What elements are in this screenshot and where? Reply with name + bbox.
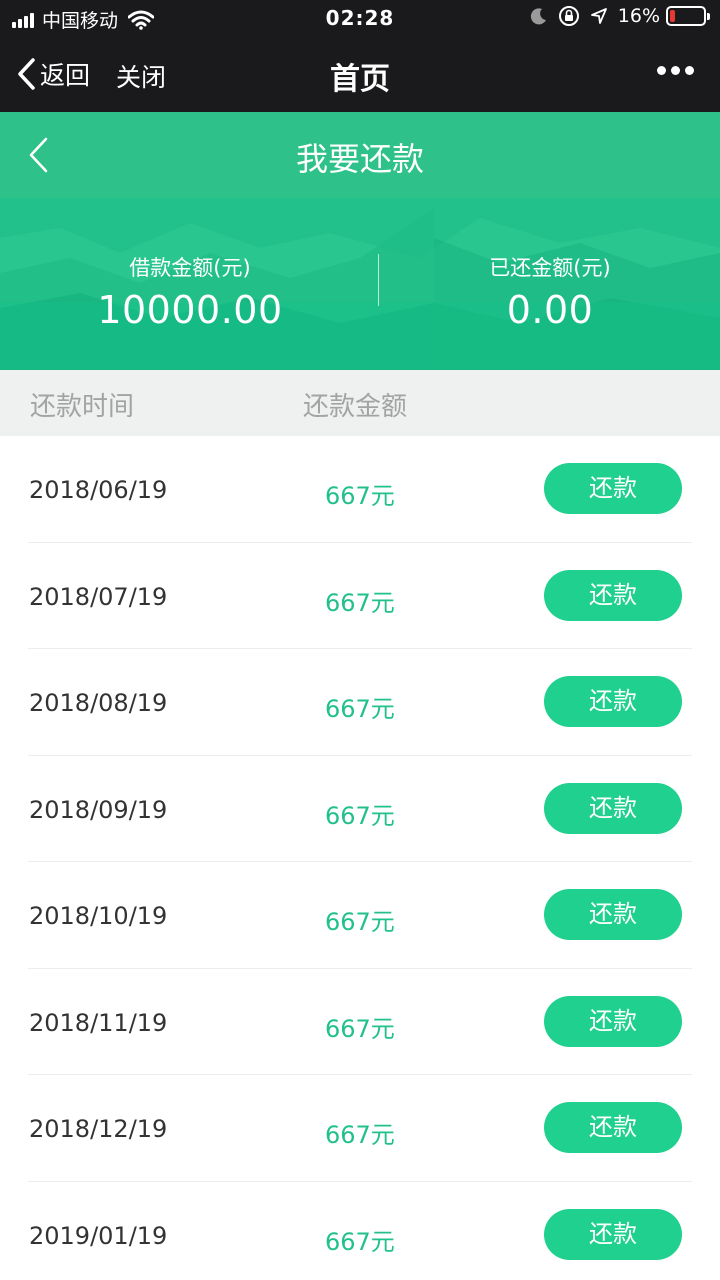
row-date: 2018/11/19 xyxy=(29,1008,168,1037)
nav-bar: 返回 关闭 首页 xyxy=(0,40,720,112)
more-dot-icon xyxy=(671,66,680,75)
loan-amount-block: 借款金额(元) 10000.00 xyxy=(10,252,370,332)
row-amount: 667元 xyxy=(325,801,395,830)
table-row: 2018/12/19 667元 还款 xyxy=(0,1075,720,1182)
table-row: 2018/06/19 667元 还款 xyxy=(0,436,720,543)
table-row: 2018/10/19 667元 还款 xyxy=(0,862,720,969)
repay-button[interactable]: 还款 xyxy=(544,1208,682,1260)
battery-level xyxy=(670,10,675,22)
repaid-amount-block: 已还金额(元) 0.00 xyxy=(370,252,720,332)
row-date: 2018/10/19 xyxy=(29,902,168,930)
row-date: 2018/07/19 xyxy=(29,582,168,611)
repay-button[interactable]: 还款 xyxy=(544,463,682,514)
summary-banner: 借款金额(元) 10000.00 已还金额(元) 0.00 xyxy=(0,198,720,370)
row-amount: 667元 xyxy=(325,1227,395,1256)
loan-amount-value: 10000.00 xyxy=(97,288,283,332)
row-amount: 667元 xyxy=(325,482,395,510)
more-dot-icon xyxy=(657,66,666,75)
repaid-amount-label: 已还金额(元) xyxy=(489,256,611,280)
rotation-lock-icon xyxy=(558,6,579,26)
repaid-amount-value: 0.00 xyxy=(506,288,594,332)
battery-percent: 16% xyxy=(617,5,660,27)
loan-amount-label: 借款金额(元) xyxy=(129,256,251,280)
table-row: 2018/07/19 667元 还款 xyxy=(0,543,720,650)
table-row: 2018/11/19 667元 还款 xyxy=(0,969,720,1076)
page-header: 我要还款 xyxy=(0,112,720,198)
more-dot-icon xyxy=(685,66,694,75)
location-arrow-icon xyxy=(590,8,607,24)
status-bar: 中国移动 02:28 16% xyxy=(0,0,720,40)
row-amount: 667元 xyxy=(325,908,395,936)
page-title: 我要还款 xyxy=(295,140,424,178)
more-menu-button[interactable] xyxy=(652,66,694,75)
table-row: 2018/08/19 667元 还款 xyxy=(0,649,720,756)
row-amount: 667元 xyxy=(325,695,395,723)
moon-icon xyxy=(530,8,546,25)
row-date: 2018/12/19 xyxy=(29,1115,168,1143)
row-amount: 667元 xyxy=(325,1121,395,1149)
row-date: 2019/01/19 xyxy=(29,1221,168,1250)
table-row: 2019/01/19 667元 还款 xyxy=(0,1182,720,1280)
table-row: 2018/09/19 667元 还款 xyxy=(0,756,720,863)
repayment-list: 2018/06/19 667元 还款 2018/07/19 667元 还款 20… xyxy=(0,436,720,1280)
row-amount: 667元 xyxy=(325,1014,395,1043)
table-header: 还款时间 还款金额 xyxy=(0,370,720,436)
repay-button[interactable]: 还款 xyxy=(544,782,682,834)
status-right: 16% xyxy=(530,5,710,27)
row-date: 2018/09/19 xyxy=(29,795,168,824)
nav-title: 首页 xyxy=(330,62,390,97)
row-date: 2018/06/19 xyxy=(29,476,168,504)
column-header-date: 还款时间 xyxy=(30,392,135,422)
column-header-amount: 还款金额 xyxy=(303,392,408,422)
battery-icon xyxy=(666,6,710,26)
repay-button[interactable]: 还款 xyxy=(544,889,682,940)
repay-button[interactable]: 还款 xyxy=(544,676,682,727)
repay-button[interactable]: 还款 xyxy=(544,1102,682,1153)
row-amount: 667元 xyxy=(325,588,395,617)
row-date: 2018/08/19 xyxy=(29,689,168,717)
repay-button[interactable]: 还款 xyxy=(544,569,682,621)
repay-button[interactable]: 还款 xyxy=(544,995,682,1047)
